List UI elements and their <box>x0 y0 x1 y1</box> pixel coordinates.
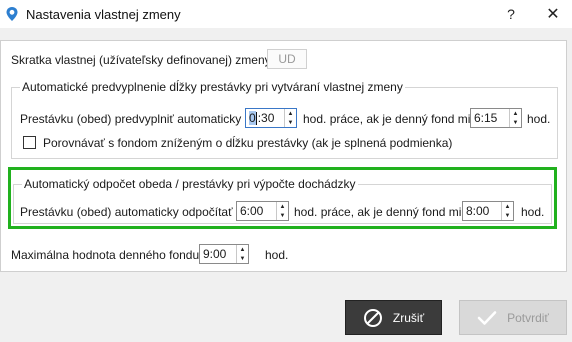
spin-up-icon[interactable]: ▲ <box>277 202 288 211</box>
confirm-button-label: Potvrdiť <box>507 310 549 325</box>
max-fund-label: Maximálna hodnota denného fondu: <box>11 248 203 262</box>
compare-fund-checkbox[interactable] <box>23 136 36 149</box>
auto-fill-break-spinner[interactable]: 0:30 ▲ ▼ <box>245 108 297 128</box>
shift-code-label: Skratka vlastnej (užívateľsky definovane… <box>11 53 274 67</box>
window-title: Nastavenia vlastnej zmeny <box>26 6 181 22</box>
max-fund-arrows[interactable]: ▲ ▼ <box>236 245 248 263</box>
auto-deduct-suffix-label: hod. <box>521 205 545 219</box>
spin-down-icon[interactable]: ▼ <box>510 118 521 127</box>
auto-fill-suffix-label: hod. <box>527 112 551 126</box>
auto-deduct-group: Automatický odpočet obeda / prestávky pr… <box>13 177 552 224</box>
auto-fill-fund-value[interactable]: 6:15 <box>471 109 509 127</box>
spin-up-icon[interactable]: ▲ <box>237 245 248 254</box>
help-button[interactable]: ? <box>491 0 531 28</box>
cancel-button[interactable]: Zrušiť <box>345 300 442 335</box>
settings-panel: Skratka vlastnej (užívateľsky definovane… <box>0 40 567 272</box>
checkmark-icon <box>477 310 497 326</box>
spin-up-icon[interactable]: ▲ <box>502 202 513 211</box>
spin-down-icon[interactable]: ▼ <box>277 211 288 220</box>
spin-down-icon[interactable]: ▼ <box>285 118 296 127</box>
break-selected-digit: 0 <box>249 111 256 125</box>
auto-deduct-hours-value[interactable]: 6:00 <box>237 202 276 220</box>
location-pin-icon <box>4 6 20 22</box>
confirm-button[interactable]: Potvrdiť <box>459 300 567 335</box>
compare-fund-label[interactable]: Porovnávať s fondom zníženým o dĺžku pre… <box>43 136 452 150</box>
auto-deduct-hours-arrows[interactable]: ▲ ▼ <box>276 202 288 220</box>
auto-deduct-mid-label: hod. práce, ak je denný fond min. <box>294 205 472 219</box>
spin-down-icon[interactable]: ▼ <box>502 211 513 220</box>
auto-deduct-fund-value[interactable]: 8:00 <box>463 202 501 220</box>
max-fund-suffix-label: hod. <box>265 248 289 262</box>
auto-deduct-hours-spinner[interactable]: 6:00 ▲ ▼ <box>236 201 289 221</box>
spin-up-icon[interactable]: ▲ <box>285 109 296 118</box>
auto-fill-mid-label: hod. práce, ak je denný fond min. <box>303 112 481 126</box>
auto-fill-break-arrows[interactable]: ▲ ▼ <box>284 109 296 127</box>
auto-fill-legend: Automatické predvyplnenie dĺžky prestávk… <box>20 80 405 94</box>
auto-deduct-legend: Automatický odpočet obeda / prestávky pr… <box>22 177 358 191</box>
title-bar: Nastavenia vlastnej zmeny ? ✕ <box>0 0 572 28</box>
break-rest-value: :30 <box>257 111 275 125</box>
cancel-button-label: Zrušiť <box>392 310 425 325</box>
auto-fill-fund-spinner[interactable]: 6:15 ▲ ▼ <box>470 108 522 128</box>
shift-code-field[interactable]: UD <box>267 49 307 69</box>
auto-fill-group: Automatické predvyplnenie dĺžky prestávk… <box>11 80 558 159</box>
spin-up-icon[interactable]: ▲ <box>510 109 521 118</box>
spin-down-icon[interactable]: ▼ <box>237 254 248 263</box>
auto-fill-fund-arrows[interactable]: ▲ ▼ <box>509 109 521 127</box>
max-fund-spinner[interactable]: 9:00 ▲ ▼ <box>199 244 249 264</box>
auto-deduct-fund-arrows[interactable]: ▲ ▼ <box>501 202 513 220</box>
auto-fill-prefix-label: Prestávku (obed) predvyplniť automaticky… <box>20 112 258 126</box>
ban-icon <box>363 308 383 328</box>
text-caret <box>255 111 257 125</box>
auto-fill-break-value[interactable]: 0:30 <box>246 109 284 127</box>
close-button[interactable]: ✕ <box>533 0 572 28</box>
auto-deduct-prefix-label: Prestávku (obed) automaticky odpočítať p… <box>20 205 250 219</box>
auto-deduct-fund-spinner[interactable]: 8:00 ▲ ▼ <box>462 201 514 221</box>
max-fund-value[interactable]: 9:00 <box>200 245 236 263</box>
